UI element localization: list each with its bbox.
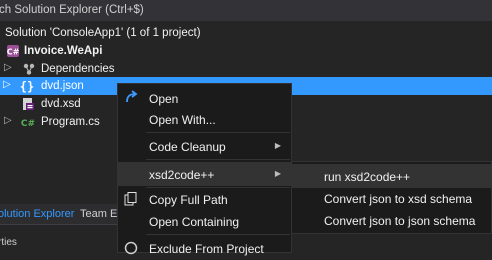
svg-text:C#: C#: [21, 119, 35, 129]
search-bar[interactable]: ch Solution Explorer (Ctrl+$): [0, 0, 492, 21]
menu-item-label: Open Containing: [149, 215, 240, 229]
menu-item-label: Convert json to xsd schema: [324, 192, 473, 206]
tab-team-explorer[interactable]: Team E: [80, 208, 117, 220]
submenu-arrow-icon: ▶: [274, 169, 281, 178]
submenu-item-run-xsd2code[interactable]: run xsd2code++: [292, 164, 491, 188]
menu-item-label: Open: [149, 92, 179, 106]
menu-item-open-with[interactable]: Open With...: [118, 107, 291, 131]
context-menu: Open Open With... Code Cleanup ▶ xsd2cod…: [117, 83, 292, 256]
copy-icon: [124, 192, 137, 209]
menu-item-clipped[interactable]: Exclude From Project: [118, 236, 291, 260]
expand-arrow-icon[interactable]: ▷: [4, 62, 12, 73]
menu-item-open-containing[interactable]: Open Containing: [118, 209, 291, 233]
tree-row-solution[interactable]: Solution 'ConsoleApp1' (1 of 1 project): [0, 24, 492, 42]
dependencies-label: Dependencies: [41, 63, 115, 75]
menu-item-copy-full-path[interactable]: Copy Full Path: [118, 187, 291, 211]
submenu-arrow-icon: ▶: [274, 141, 281, 150]
menu-item-code-cleanup[interactable]: Code Cleanup ▶: [118, 134, 291, 158]
search-placeholder: ch Solution Explorer (Ctrl+$): [0, 4, 144, 16]
menu-item-label: xsd2code++: [149, 168, 215, 182]
tree-item-label: dvd.xsd: [41, 98, 81, 110]
tree-row-dependencies[interactable]: ▷ Dependencies: [0, 60, 492, 78]
expand-arrow-icon[interactable]: ▷: [3, 79, 11, 90]
json-file-icon: {}: [20, 79, 34, 94]
menu-separator: [146, 159, 290, 160]
menu-item-label: Open With...: [149, 113, 216, 127]
menu-item-label: Exclude From Project: [149, 242, 264, 256]
open-arrow-icon: [124, 90, 138, 107]
menu-item-label: run xsd2code++: [324, 170, 411, 184]
csharp-file-icon: C#: [21, 115, 35, 129]
csharp-project-icon: C#: [6, 44, 20, 58]
properties-label: rties: [0, 237, 17, 248]
tree-item-label: Program.cs: [41, 116, 100, 128]
menu-item-label: Copy Full Path: [149, 193, 228, 207]
expand-arrow-icon[interactable]: ▷: [4, 115, 12, 126]
dependencies-icon: [22, 62, 36, 76]
project-label: Invoice.WeApi: [24, 45, 103, 57]
submenu-item-json-to-json[interactable]: Convert json to json schema: [292, 208, 491, 232]
xsd-file-icon: [21, 97, 35, 111]
svg-text:{}: {}: [20, 80, 34, 94]
tree-row-project[interactable]: C# Invoice.WeApi: [0, 42, 492, 60]
xsd2code-submenu: run xsd2code++ Convert json to xsd schem…: [291, 161, 492, 234]
menu-separator: [146, 234, 290, 235]
svg-text:C#: C#: [7, 48, 20, 57]
submenu-item-json-to-xsd[interactable]: Convert json to xsd schema: [292, 186, 491, 210]
menu-item-xsd2code[interactable]: xsd2code++ ▶: [118, 162, 291, 186]
tab-solution-explorer[interactable]: olution Explorer: [0, 208, 74, 220]
solution-label: Solution 'ConsoleApp1' (1 of 1 project): [5, 27, 201, 39]
menu-item-label: Code Cleanup: [149, 140, 226, 154]
menu-item-label: Convert json to json schema: [324, 214, 476, 228]
tree-item-label: dvd.json: [41, 80, 84, 92]
menu-separator: [146, 132, 290, 133]
